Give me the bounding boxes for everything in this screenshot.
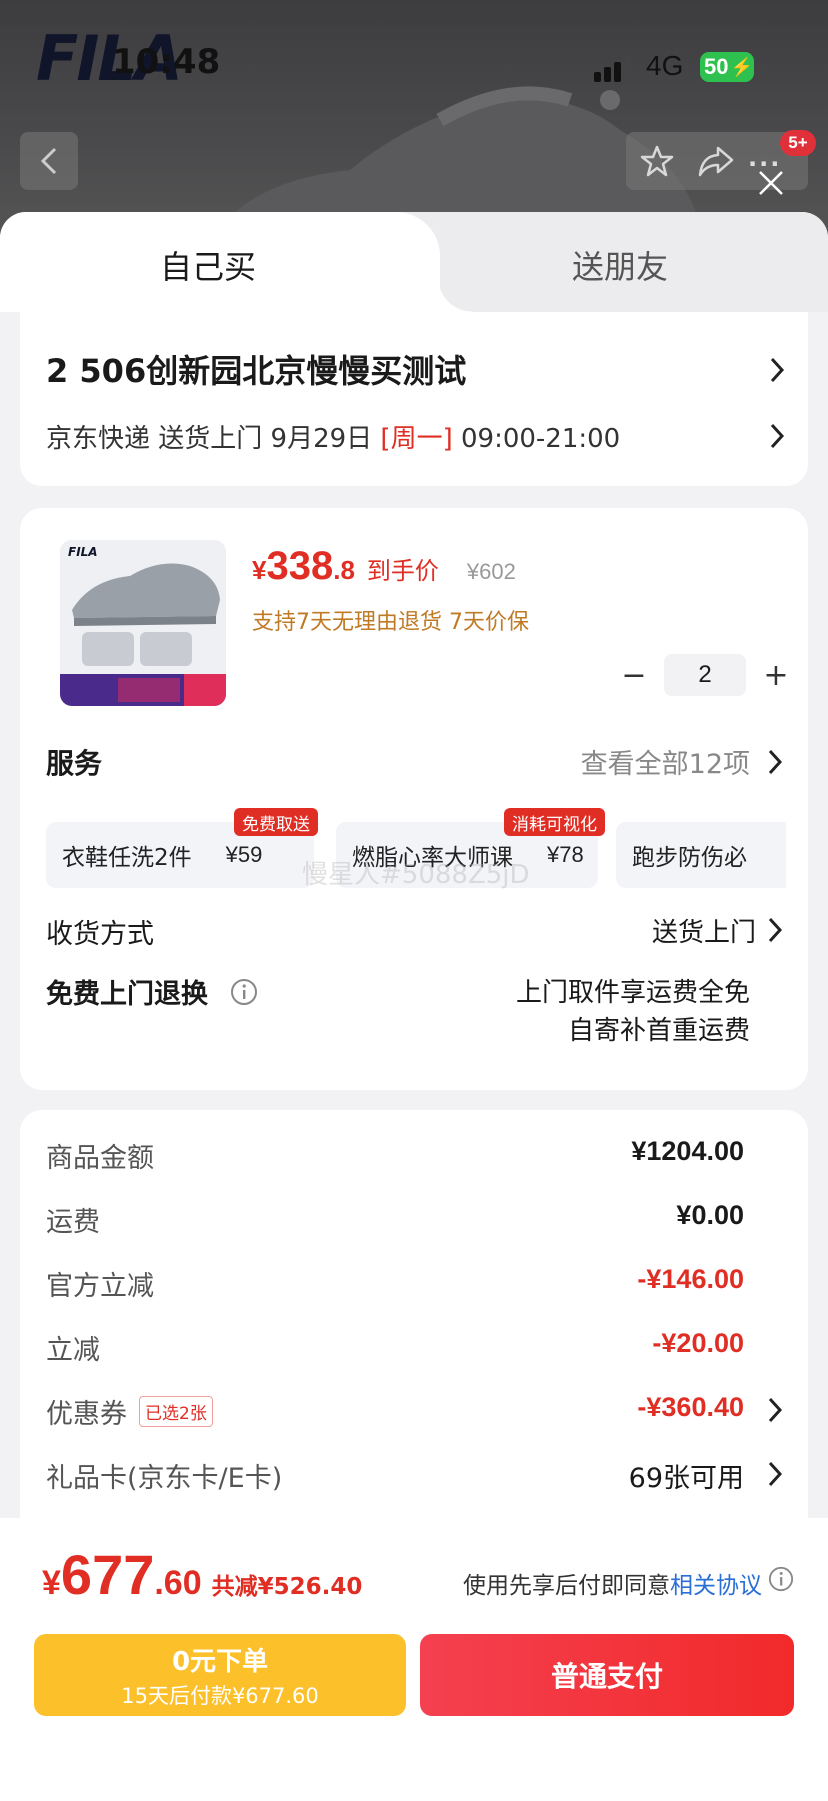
info-icon[interactable] — [768, 1566, 794, 1592]
guarantee-text: 支持7天无理由退货 7天价保 — [252, 610, 529, 635]
chevron-right-icon[interactable] — [768, 422, 786, 450]
free-return-line2: 自寄补首重运费 — [567, 1016, 750, 1046]
product-price: ¥338.8 到手价 ¥602 — [252, 544, 516, 588]
info-icon[interactable] — [230, 978, 258, 1006]
goods-amount-value: ¥1204.00 — [631, 1136, 744, 1166]
agreement-link[interactable]: 相关协议 — [670, 1573, 762, 1599]
service-item[interactable]: 跑步防伤必 — [616, 822, 786, 888]
product-thumbnail[interactable]: FILA — [60, 540, 226, 706]
free-return-line1: 上门取件享运费全免 — [515, 978, 750, 1008]
tab-buy-for-self-label[interactable]: 自己买 — [160, 242, 256, 288]
chevron-right-icon[interactable] — [766, 748, 784, 776]
service-badge: 消耗可视化 — [504, 808, 605, 836]
coupon-row[interactable]: 优惠券 已选2张 — [46, 1392, 213, 1431]
official-discount-label: 官方立减 — [46, 1271, 154, 1302]
freight-value: ¥0.00 — [676, 1200, 744, 1230]
svg-text:FILA: FILA — [68, 545, 98, 559]
chevron-left-icon — [40, 147, 57, 175]
normal-pay-button[interactable]: 普通支付 — [420, 1634, 794, 1716]
increase-quantity-button[interactable]: + — [756, 655, 796, 695]
back-button[interactable] — [20, 132, 78, 190]
chevron-right-icon[interactable] — [766, 1396, 784, 1424]
total-savings: 共减¥526.40 — [211, 1574, 363, 1600]
chevron-right-icon — [770, 357, 785, 383]
shipping-method-label: 收货方式 — [46, 919, 154, 950]
network-type: 4G — [646, 50, 684, 81]
watermark: 慢星人#5088Z5jD — [302, 860, 530, 890]
pay-later-button[interactable]: 0元下单 15天后付款¥677.60 — [34, 1634, 406, 1716]
decrease-quantity-button[interactable]: − — [614, 655, 654, 695]
shipping-method-value[interactable]: 送货上门 — [652, 912, 756, 949]
share-icon[interactable] — [698, 144, 734, 178]
coupon-label: 优惠券 — [46, 1399, 127, 1430]
quantity-input[interactable]: 2 — [664, 654, 746, 696]
product-image: FILA — [60, 540, 226, 706]
instant-discount-value: -¥20.00 — [652, 1328, 744, 1358]
product-hero-backdrop: FILA 10:48 4G 50 ⚡ ··· 5+ — [0, 0, 828, 240]
original-price: ¥602 — [466, 559, 516, 584]
free-return-label: 免费上门退换 — [46, 979, 208, 1010]
close-icon[interactable] — [756, 168, 786, 198]
message-badge: 5+ — [780, 130, 816, 156]
quantity-stepper: − 2 + — [614, 654, 796, 696]
agreement-text: 使用先享后付即同意相关协议 — [463, 1573, 762, 1599]
charging-icon: ⚡ — [730, 56, 753, 77]
price-summary: 商品金额 ¥1204.00 运费 ¥0.00 官方立减 -¥146.00 立减 … — [20, 1110, 808, 1530]
instant-discount-label: 立减 — [46, 1335, 100, 1366]
checkout-footer: ¥677.60 共减¥526.40 使用先享后付即同意相关协议 0元下单 15天后… — [0, 1518, 828, 1801]
official-discount-value: -¥146.00 — [637, 1264, 744, 1294]
address-card[interactable]: 2 506创新园北京慢慢买测试 京东快递 送货上门 9月29日 [周一] 09:… — [20, 312, 808, 486]
delivery-schedule: 京东快递 送货上门 9月29日 [周一] 09:00-21:00 — [46, 424, 621, 454]
gift-card-label: 礼品卡(京东卡/E卡) — [46, 1463, 283, 1494]
view-all-services-link[interactable]: 查看全部12项 — [581, 742, 750, 781]
coupon-selected-tag: 已选2张 — [139, 1396, 213, 1427]
chevron-right-icon[interactable] — [766, 916, 784, 944]
battery-indicator: 50 ⚡ — [700, 52, 754, 82]
coupon-value[interactable]: -¥360.40 — [637, 1392, 744, 1423]
favorite-star-icon[interactable] — [640, 144, 674, 178]
delivery-address: 2 506创新园北京慢慢买测试 — [46, 352, 467, 390]
chevron-right-icon[interactable] — [766, 1460, 784, 1488]
status-time: 10:48 — [112, 42, 221, 82]
gift-card-value[interactable]: 69张可用 — [629, 1456, 744, 1495]
service-item[interactable]: 衣鞋任洗2件 ¥59 免费取送 — [46, 808, 318, 888]
goods-amount-label: 商品金额 — [46, 1143, 154, 1174]
purchase-tabs: 自己买 送朋友 — [0, 212, 828, 312]
total-price: ¥677.60 共减¥526.40 — [42, 1543, 363, 1606]
services-title: 服务 — [46, 747, 103, 780]
tab-gift-label[interactable]: 送朋友 — [572, 242, 668, 288]
freight-label: 运费 — [46, 1207, 100, 1238]
product-card: FILA ¥338.8 到手价 ¥602 支持7天无理由退货 7天价保 − 2 + … — [20, 508, 808, 1090]
service-badge: 免费取送 — [234, 808, 318, 836]
signal-icon — [594, 56, 631, 82]
